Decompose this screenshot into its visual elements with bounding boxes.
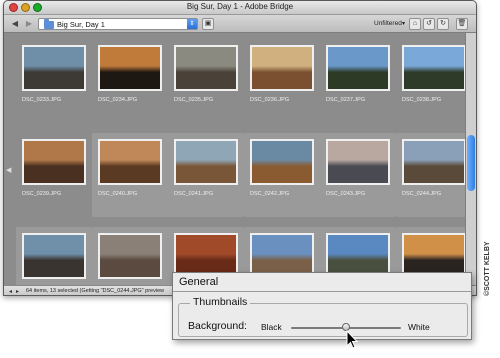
thumbnail-image[interactable] bbox=[326, 45, 390, 91]
thumbnail-cell[interactable]: DSC_0236.JPG bbox=[244, 39, 320, 123]
rotate-left-icon[interactable]: ↺ bbox=[423, 18, 435, 30]
thumbnail-cell[interactable]: DSC_0243.JPG bbox=[320, 133, 396, 217]
folder-icon bbox=[44, 19, 54, 29]
thumbnail-image[interactable] bbox=[402, 45, 466, 91]
white-label: White bbox=[408, 322, 430, 332]
thumbnail-filename: DSC_0241.JPG bbox=[174, 191, 214, 197]
back-arrow-icon[interactable]: ◀ bbox=[9, 18, 21, 30]
photo-credit: ©SCOTT KELBY bbox=[484, 241, 491, 296]
thumbnail-filename: DSC_0238.JPG bbox=[402, 97, 442, 103]
window-title: Big Sur, Day 1 - Adobe Bridge bbox=[186, 2, 294, 11]
left-pane-arrow-icon[interactable]: ◀ bbox=[6, 166, 11, 174]
group-title-thumbnails: Thumbnails bbox=[190, 296, 251, 308]
thumbnail-image[interactable] bbox=[22, 139, 86, 185]
mouse-pointer-icon bbox=[346, 330, 358, 349]
thumbnail-cell[interactable]: DSC_0235.JPG bbox=[168, 39, 244, 123]
vertical-scrollbar[interactable] bbox=[465, 33, 476, 285]
thumbnail-image[interactable] bbox=[98, 139, 162, 185]
rotate-right-icon[interactable]: ↻ bbox=[437, 18, 449, 30]
screen: Big Sur, Day 1 - Adobe Bridge ◀ ▶ Big Su… bbox=[0, 0, 500, 358]
scroll-thumb[interactable] bbox=[467, 135, 475, 191]
thumbnail-image[interactable] bbox=[98, 233, 162, 279]
thumbnail-cell[interactable]: DSC_0244.JPG bbox=[396, 133, 472, 217]
thumbnail-image[interactable] bbox=[98, 45, 162, 91]
thumbnail-cell[interactable]: DSC_0234.JPG bbox=[92, 39, 168, 123]
black-label: Black bbox=[261, 322, 282, 332]
filter-arrow-icon[interactable]: ▾ bbox=[402, 20, 405, 27]
thumbnail-filename: DSC_0244.JPG bbox=[402, 191, 442, 197]
thumbnail-image[interactable] bbox=[250, 45, 314, 91]
thumbnail-cell[interactable]: DSC_0239.JPG bbox=[16, 133, 92, 217]
path-dropdown[interactable]: Big Sur, Day 1 ⇕ bbox=[38, 18, 198, 30]
background-label: Background: bbox=[188, 320, 247, 332]
back-arrow-icon[interactable]: ◂ bbox=[9, 288, 12, 295]
thumbnail-filename: DSC_0233.JPG bbox=[22, 97, 62, 103]
thumbnail-image[interactable] bbox=[22, 45, 86, 91]
thumbnail-filename: DSC_0236.JPG bbox=[250, 97, 290, 103]
title-bar[interactable]: Big Sur, Day 1 - Adobe Bridge bbox=[4, 1, 476, 15]
thumbnail-image[interactable] bbox=[326, 139, 390, 185]
filter-menu[interactable]: Unfiltered bbox=[374, 20, 402, 27]
new-folder-icon[interactable]: ⌂ bbox=[409, 18, 421, 30]
thumbnail-cell[interactable]: DSC_0233.JPG bbox=[16, 39, 92, 123]
thumbnail-grid: DSC_0233.JPG DSC_0234.JPG DSC_0235.JPG DSC_… bbox=[4, 33, 472, 295]
toolbar: ◀ ▶ Big Sur, Day 1 ⇕ ▣ Unfiltered ▾ ⌂ ↺ … bbox=[4, 15, 476, 33]
thumbnail-filename: DSC_0243.JPG bbox=[326, 191, 366, 197]
thumbnail-cell[interactable]: DSC_0237.JPG bbox=[320, 39, 396, 123]
thumbnail-filename: DSC_0237.JPG bbox=[326, 97, 366, 103]
thumbnail-image[interactable] bbox=[174, 45, 238, 91]
path-dropdown-label: Big Sur, Day 1 bbox=[57, 20, 105, 29]
thumbnail-filename: DSC_0235.JPG bbox=[174, 97, 214, 103]
thumbnail-cell[interactable]: DSC_0242.JPG bbox=[244, 133, 320, 217]
bridge-window: Big Sur, Day 1 - Adobe Bridge ◀ ▶ Big Su… bbox=[3, 0, 477, 296]
thumbnail-cell[interactable]: DSC_0238.JPG bbox=[396, 39, 472, 123]
go-up-folder-icon[interactable]: ▣ bbox=[202, 18, 214, 30]
thumbnail-cell[interactable]: DSC_0241.JPG bbox=[168, 133, 244, 217]
section-title-general: General bbox=[179, 276, 219, 288]
thumbnail-filename: DSC_0234.JPG bbox=[98, 97, 138, 103]
thumbnail-filename: DSC_0242.JPG bbox=[250, 191, 290, 197]
thumbnail-filename: DSC_0239.JPG bbox=[22, 191, 62, 197]
forward-arrow-icon[interactable]: ▸ bbox=[16, 288, 19, 295]
thumbnail-cell[interactable]: DSC_0240.JPG bbox=[92, 133, 168, 217]
thumbnail-image[interactable] bbox=[22, 233, 86, 279]
thumbnail-filename: DSC_0240.JPG bbox=[98, 191, 138, 197]
thumbnail-image[interactable] bbox=[402, 139, 466, 185]
divider bbox=[173, 291, 471, 292]
trash-icon[interactable]: 🗑 bbox=[456, 18, 468, 30]
thumbnail-image[interactable] bbox=[174, 139, 238, 185]
dropdown-arrows-icon: ⇕ bbox=[187, 19, 197, 29]
thumbnail-image[interactable] bbox=[250, 139, 314, 185]
forward-arrow-icon[interactable]: ▶ bbox=[23, 18, 35, 30]
status-text: 64 items, 13 selected (Getting "DSC_0244… bbox=[26, 288, 165, 294]
